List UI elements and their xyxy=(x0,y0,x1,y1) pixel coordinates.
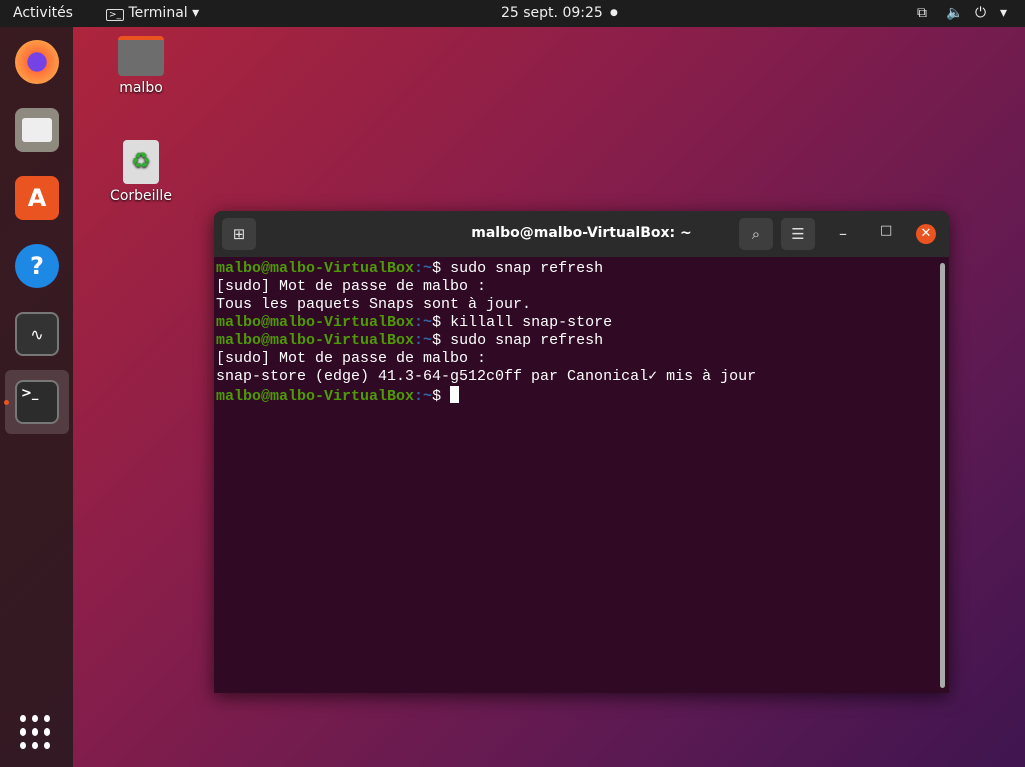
line-text: Tous les paquets Snaps sont à jour. xyxy=(216,296,532,313)
dock-software[interactable]: A xyxy=(5,166,69,230)
system-menu-chevron-icon[interactable]: ▾ xyxy=(1000,5,1007,21)
prompt-sign: $ xyxy=(432,332,451,349)
network-icon[interactable]: ⧉ xyxy=(917,5,927,21)
dock-files[interactable] xyxy=(5,98,69,162)
clock[interactable]: 25 sept. 09:25 xyxy=(501,5,603,21)
terminal-line: [sudo] Mot de passe de malbo : xyxy=(216,278,947,296)
terminal-line: malbo@malbo-VirtualBox:~$ killall snap-s… xyxy=(216,314,947,332)
terminal-icon: >_ xyxy=(15,380,59,424)
menu-button[interactable]: ☰ xyxy=(781,218,815,250)
terminal-line: Tous les paquets Snaps sont à jour. xyxy=(216,296,947,314)
search-button[interactable]: ⌕ xyxy=(739,218,773,250)
dock: A ? ∿ >_ xyxy=(0,27,73,767)
line-text: sudo snap refresh xyxy=(450,260,604,277)
prompt-sign: $ xyxy=(432,314,451,331)
dock-firefox[interactable] xyxy=(5,30,69,94)
prompt-user: malbo@malbo-VirtualBox xyxy=(216,332,415,349)
app-menu-label: Terminal xyxy=(128,5,188,21)
software-icon: A xyxy=(15,176,59,220)
prompt-path: :~ xyxy=(414,388,433,405)
terminal-icon: >_ xyxy=(106,9,125,21)
dock-terminal[interactable]: >_ xyxy=(5,370,69,434)
running-indicator xyxy=(4,400,9,405)
prompt-path: :~ xyxy=(414,314,433,331)
line-text: sudo snap refresh xyxy=(450,332,604,349)
system-monitor-icon: ∿ xyxy=(15,312,59,356)
terminal-line: malbo@malbo-VirtualBox:~$ xyxy=(216,386,947,406)
desktop-icon-home[interactable]: malbo xyxy=(101,36,181,96)
dock-help[interactable]: ? xyxy=(5,234,69,298)
line-text: snap-store (edge) 41.3-64-g512c0ff par C… xyxy=(216,368,757,385)
close-button[interactable]: ✕ xyxy=(916,224,936,244)
prompt-sign: $ xyxy=(432,260,451,277)
terminal-line: snap-store (edge) 41.3-64-g512c0ff par C… xyxy=(216,368,947,386)
prompt-sign: $ xyxy=(432,388,451,405)
files-icon xyxy=(15,108,59,152)
title-bar[interactable]: ⊞ malbo@malbo-VirtualBox: ~ ⌕ ☰ – □ ✕ xyxy=(214,211,949,257)
terminal-window: ⊞ malbo@malbo-VirtualBox: ~ ⌕ ☰ – □ ✕ ma… xyxy=(214,211,949,693)
top-bar: Activités >_ Terminal ▾ 25 sept. 09:25 ●… xyxy=(0,0,1025,27)
terminal-output[interactable]: malbo@malbo-VirtualBox:~$ sudo snap refr… xyxy=(214,257,949,409)
trash-icon: ♻ xyxy=(123,140,159,184)
app-menu[interactable]: >_ Terminal ▾ xyxy=(106,5,199,21)
scrollbar[interactable] xyxy=(940,263,945,688)
cursor xyxy=(450,386,460,403)
desktop-icon-label: malbo xyxy=(119,80,163,96)
show-apps-button[interactable] xyxy=(20,715,54,749)
terminal-line: [sudo] Mot de passe de malbo : xyxy=(216,350,947,368)
volume-icon[interactable]: 🔈 xyxy=(946,5,963,21)
desktop-icon-label: Corbeille xyxy=(110,188,172,204)
prompt-user: malbo@malbo-VirtualBox xyxy=(216,314,415,331)
prompt-user: malbo@malbo-VirtualBox xyxy=(216,388,415,405)
line-text: killall snap-store xyxy=(450,314,613,331)
help-icon: ? xyxy=(15,244,59,288)
activities-button[interactable]: Activités xyxy=(13,5,73,21)
notification-dot-icon: ● xyxy=(610,8,618,18)
line-text: [sudo] Mot de passe de malbo : xyxy=(216,278,496,295)
minimize-button[interactable]: – xyxy=(839,224,847,243)
home-folder-icon xyxy=(118,36,164,76)
terminal-line: malbo@malbo-VirtualBox:~$ sudo snap refr… xyxy=(216,332,947,350)
terminal-line: malbo@malbo-VirtualBox:~$ sudo snap refr… xyxy=(216,260,947,278)
power-icon[interactable]: ⏻ xyxy=(975,5,986,21)
line-text: [sudo] Mot de passe de malbo : xyxy=(216,350,496,367)
prompt-path: :~ xyxy=(414,260,433,277)
dock-system-monitor[interactable]: ∿ xyxy=(5,302,69,366)
desktop-icon-trash[interactable]: ♻ Corbeille xyxy=(101,140,181,204)
prompt-user: malbo@malbo-VirtualBox xyxy=(216,260,415,277)
firefox-icon xyxy=(15,40,59,84)
prompt-path: :~ xyxy=(414,332,433,349)
maximize-button[interactable]: □ xyxy=(880,223,892,238)
